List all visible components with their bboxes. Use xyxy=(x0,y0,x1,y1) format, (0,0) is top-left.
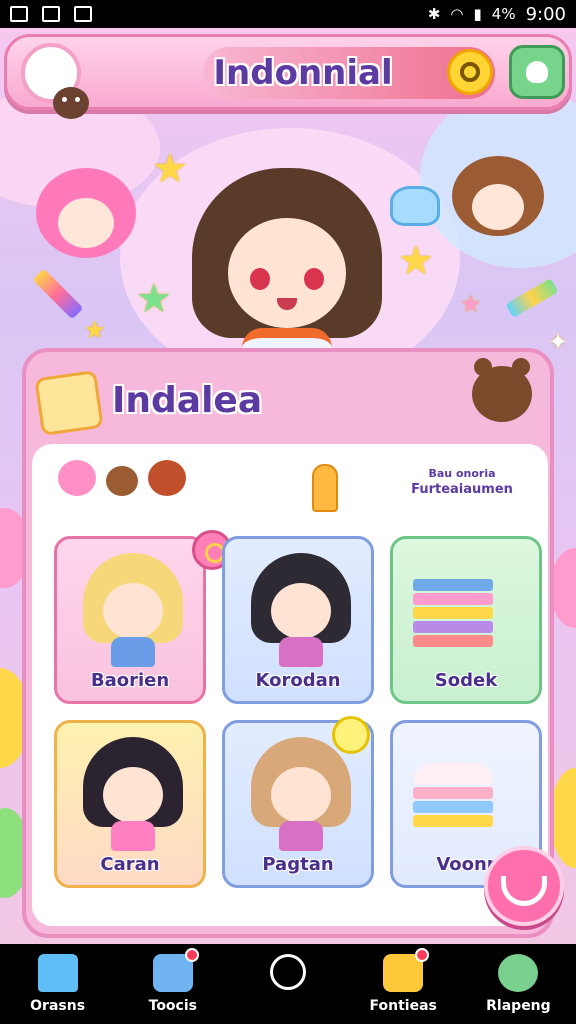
search-button[interactable] xyxy=(447,49,493,95)
feature-label-main: Furteaiaumen xyxy=(411,482,513,497)
light-brown-hair-girl-icon xyxy=(251,737,351,851)
globe-icon xyxy=(498,954,539,992)
bluetooth-icon: ✱ xyxy=(427,5,441,23)
app-title: Indonnial xyxy=(213,53,393,93)
character-card-sodek[interactable]: Sodek xyxy=(390,536,542,704)
star-icon: ★ xyxy=(84,316,106,344)
girl-sticker xyxy=(148,460,186,496)
card-label: Sodek xyxy=(434,670,498,691)
signal-icon: ▮ xyxy=(473,5,482,23)
bear-sticker xyxy=(472,358,532,422)
calendar-icon xyxy=(152,948,199,992)
search-icon xyxy=(460,62,480,82)
chat-icon xyxy=(270,954,306,990)
nav-label: Fontieas xyxy=(369,998,437,1014)
dark-hair-girl-icon xyxy=(83,737,183,851)
smile-icon xyxy=(501,876,547,906)
card-label: Baorien xyxy=(90,670,170,691)
status-bar: ✱ ◠ ▮ 4% 9:00 xyxy=(0,0,576,28)
star-icon: ★ xyxy=(136,276,172,322)
brown-bear-sticker xyxy=(106,466,138,496)
nav-item-orasns[interactable]: Orasns xyxy=(0,944,115,1024)
nav-label: Orasns xyxy=(30,998,86,1014)
bottom-navigation: Orasns Toocis Fontieas Rlapeng xyxy=(0,944,576,1024)
star-icon: ★ xyxy=(460,290,482,318)
nav-item-fontieas[interactable]: Fontieas xyxy=(346,944,461,1024)
panel-content: Bau onoria Furteaiaumen Baorien Korodan xyxy=(32,444,548,926)
nav-item-toocis[interactable]: Toocis xyxy=(115,944,230,1024)
mini-sticker-row xyxy=(58,460,186,496)
card-label: Caran xyxy=(100,854,160,875)
home-icon xyxy=(37,954,78,992)
notification-badge xyxy=(415,948,430,962)
sticker-note-icon xyxy=(34,369,104,437)
card-label: Pagtan xyxy=(262,854,334,875)
hedgehog-avatar-icon xyxy=(53,87,89,119)
cloud-ghost-sticker xyxy=(390,186,440,226)
avatar-button[interactable] xyxy=(21,43,89,119)
blonde-girl-icon xyxy=(83,553,183,667)
hero-character xyxy=(192,168,382,378)
star-icon: ✦ xyxy=(548,328,569,356)
pink-bear-sticker xyxy=(58,460,96,496)
nav-item-rlapeng[interactable]: Rlapeng xyxy=(461,944,576,1024)
character-card-korodan[interactable]: Korodan xyxy=(222,536,374,704)
feature-label-top: Bau onoria xyxy=(428,467,496,480)
nav-label: Rlapeng xyxy=(486,998,551,1014)
smile-fab-button[interactable] xyxy=(484,846,564,926)
card-label: Korodan xyxy=(255,670,341,691)
person-icon xyxy=(526,61,548,83)
popsicle-icon xyxy=(312,464,338,512)
brown-hair-girl-sticker xyxy=(452,156,544,236)
star-icon: ★ xyxy=(152,146,188,192)
battery-percent: 4% xyxy=(491,5,516,23)
black-hair-girl-icon xyxy=(251,553,351,667)
profile-button[interactable] xyxy=(509,45,565,99)
cake-books-icon xyxy=(413,763,493,833)
nav-label: Toocis xyxy=(148,998,197,1014)
notification-badge xyxy=(184,948,199,962)
star-icon: ★ xyxy=(398,238,434,284)
book-stack-icon xyxy=(413,579,493,649)
wifi-icon: ◠ xyxy=(450,5,464,23)
speech-bubble-badge-icon xyxy=(332,716,370,754)
panel-title: Indalea xyxy=(112,380,263,421)
notification-photo-icon xyxy=(74,6,92,22)
nav-item-chat[interactable] xyxy=(230,944,345,1024)
notification-mountain-icon xyxy=(42,6,60,22)
pink-hair-girl-sticker xyxy=(36,168,136,258)
notification-image-icon xyxy=(10,6,28,22)
character-card-caran[interactable]: Caran xyxy=(54,720,206,888)
crayon-icon xyxy=(32,268,84,320)
main-panel: Indalea Bau onoria Furteaiaumen Baorien xyxy=(22,348,554,938)
character-card-baorien[interactable]: Baorien xyxy=(54,536,206,704)
clock-time: 9:00 xyxy=(525,3,566,25)
crayon-icon xyxy=(505,278,559,318)
top-header-bar: Indonnial xyxy=(4,34,572,119)
books-icon xyxy=(383,948,430,992)
feature-label[interactable]: Bau onoria Furteaiaumen xyxy=(392,466,532,498)
